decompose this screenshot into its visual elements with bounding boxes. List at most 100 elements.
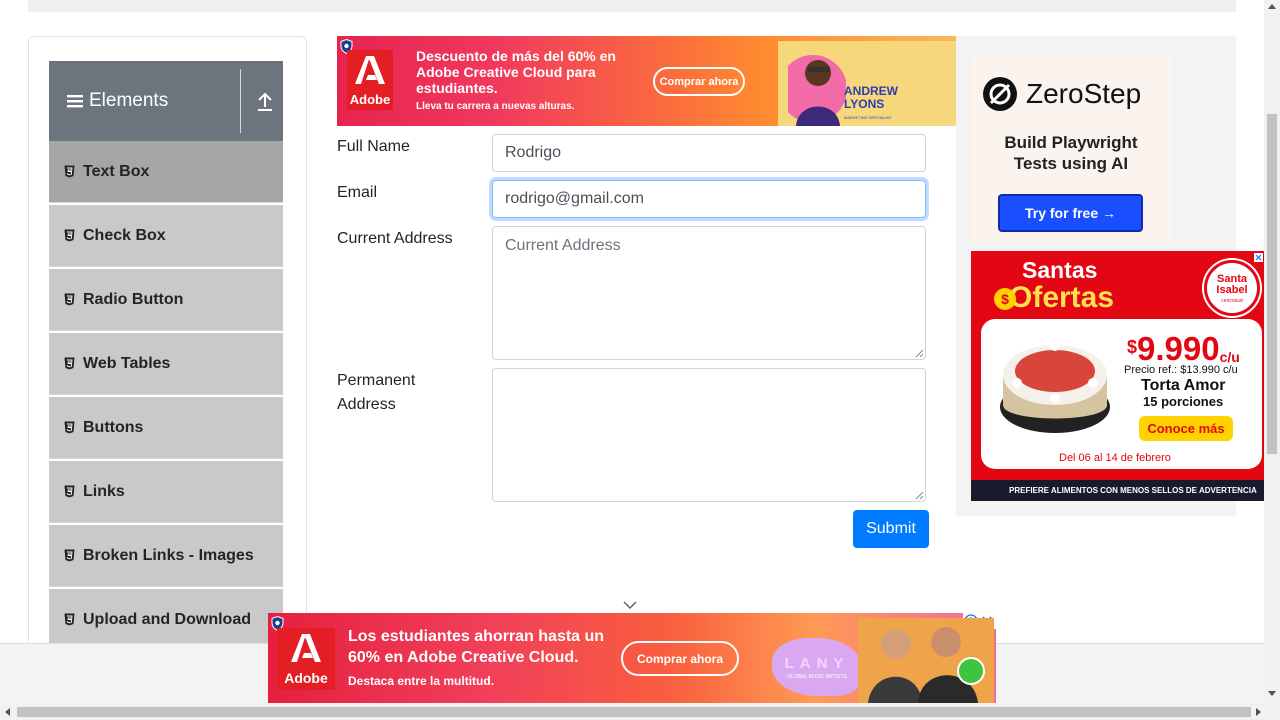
zerostep-subtitle-line: Build Playwright — [1004, 133, 1138, 152]
band-photo — [858, 618, 994, 703]
ref-price: Precio ref.: $13.990 c/u — [1124, 364, 1238, 376]
ad-headline-line: estudiantes. — [416, 80, 498, 96]
scroll-right-arrow-icon[interactable] — [1256, 708, 1262, 716]
sidebar-item-label: Check Box — [83, 226, 166, 244]
html5-icon — [64, 485, 75, 498]
zerostep-logo: ZeroStep — [982, 76, 1141, 112]
horizontal-scrollbar-thumb[interactable] — [17, 707, 1251, 717]
coin-icon: $ — [994, 288, 1016, 310]
vertical-scrollbar-thumb[interactable] — [1267, 114, 1277, 454]
ad-close-icon[interactable] — [1254, 253, 1263, 262]
resize-grip-icon[interactable] — [915, 491, 924, 500]
ad-headline-line: Los estudiantes ahorran hasta un — [348, 628, 605, 645]
product-name: Torta Amor — [1141, 377, 1226, 394]
full-name-label: Full Name — [337, 138, 410, 155]
resize-grip-icon[interactable] — [915, 349, 924, 358]
sidebar-item-text-box[interactable]: Text Box — [49, 141, 283, 203]
price: $ 9.990 c/u — [1127, 331, 1240, 367]
email-input[interactable]: rodrigo@gmail.com — [492, 180, 926, 218]
cake-image — [1000, 341, 1110, 433]
current-address-label: Current Address — [337, 230, 453, 247]
person-name-line: LYONS — [844, 97, 885, 111]
santas-title: Santas — [1022, 257, 1098, 283]
band-sub: GLOBAL MUSIC ARTISTS — [787, 674, 847, 680]
scroll-down-arrow-icon[interactable] — [1268, 691, 1276, 697]
elements-group-header[interactable]: Elements — [49, 61, 283, 141]
sidebar-item-label: Radio Button — [83, 290, 184, 308]
sidebar-item-broken-links[interactable]: Broken Links - Images — [49, 525, 283, 587]
header-divider — [240, 69, 241, 133]
ad-headline: Los estudiantes ahorran hasta un 60% en … — [348, 626, 604, 668]
current-address-textarea[interactable]: Current Address — [492, 226, 926, 360]
sidebar-item-buttons[interactable]: Buttons — [49, 397, 283, 459]
product-portions: 15 porciones — [1143, 394, 1224, 409]
ad-tagline: Destaca entre la multitud. — [348, 674, 495, 688]
adobe-a-icon — [291, 634, 321, 662]
permanent-address-textarea[interactable] — [492, 368, 926, 502]
santa-isabel-brand: Santa Isabel — [1207, 274, 1257, 296]
zerostep-subtitle-line: Tests using AI — [1013, 154, 1129, 173]
sidebar-item-label: Broken Links - Images — [83, 546, 254, 564]
sidebar-item-check-box[interactable]: Check Box — [49, 205, 283, 267]
adobe-logo: Adobe — [347, 50, 393, 110]
adobe-banner-ad-top[interactable]: Adobe Descuento de más del 60% en Adobe … — [337, 36, 957, 126]
html5-icon — [64, 613, 75, 626]
ad-headline-line: Adobe Creative Cloud para — [416, 64, 596, 80]
permanent-address-label: Permanent Address — [337, 369, 415, 417]
adobe-logo: Adobe — [277, 628, 335, 690]
conoce-mas-button[interactable]: Conoce más — [1139, 416, 1233, 441]
zerostep-brand: ZeroStep — [1026, 78, 1142, 109]
scroll-up-arrow-icon[interactable] — [1268, 3, 1276, 9]
price-value: 9.990 — [1137, 330, 1220, 367]
santa-isabel-ad[interactable]: Santas Ofertas $ Santa Isabel cencosud $… — [971, 251, 1264, 501]
sidebar-item-radio-button[interactable]: Radio Button — [49, 269, 283, 331]
submit-button[interactable]: Submit — [853, 510, 929, 548]
adobe-a-icon — [355, 56, 385, 84]
group-title-label: Elements — [89, 90, 169, 111]
price-unit: c/u — [1219, 349, 1240, 365]
permanent-address-label-line: Address — [337, 396, 396, 413]
ad-cta-button[interactable]: Comprar ahora — [621, 641, 739, 676]
sidebar-item-label: Web Tables — [83, 354, 171, 372]
scroll-left-arrow-icon[interactable] — [4, 708, 10, 716]
sidebar-item-links[interactable]: Links — [49, 461, 283, 523]
zerostep-logo-icon — [983, 77, 1017, 111]
collapse-arrow-icon[interactable] — [255, 89, 275, 113]
permanent-address-label-line: Permanent — [337, 372, 416, 389]
html5-icon — [64, 229, 75, 242]
person-name: ANDREW LYONS — [844, 85, 898, 111]
chevron-down-icon — [623, 601, 637, 610]
ad-headline-line: 60% en Adobe Creative Cloud. — [348, 649, 579, 666]
sidebar-item-label: Upload and Download — [83, 610, 251, 628]
santa-isabel-logo: Santa Isabel cencosud — [1204, 260, 1260, 316]
zerostep-subtitle: Build Playwright Tests using AI — [971, 132, 1171, 174]
ad-tagline: Lleva tu carrera a nuevas alturas. — [416, 101, 575, 112]
brand-line: Isabel — [1216, 284, 1248, 296]
person-role: MARKETING SPECIALIST — [844, 115, 893, 120]
html5-icon — [64, 293, 75, 306]
sidebar-menu: Text Box Check Box Radio Button Web Tabl… — [49, 141, 283, 653]
ad-headline: Descuento de más del 60% en Adobe Creati… — [416, 48, 616, 96]
hamburger-icon — [67, 95, 83, 108]
zerostep-ad[interactable]: ZeroStep Build Playwright Tests using AI… — [971, 56, 1171, 246]
adobe-banner-ad-bottom[interactable]: Adobe Los estudiantes ahorran hasta un 6… — [268, 613, 996, 703]
svg-text:$: $ — [1001, 291, 1009, 307]
warning-footer: PREFIERE ALIMENTOS CON MENOS SELLOS DE A… — [971, 480, 1264, 501]
adobe-wordmark: Adobe — [284, 670, 328, 686]
ad-cta-button[interactable]: Comprar ahora — [653, 67, 745, 96]
html5-icon — [64, 549, 75, 562]
adobe-wordmark: Adobe — [349, 92, 391, 107]
sidebar-item-label: Links — [83, 482, 125, 500]
html5-icon — [64, 165, 75, 178]
ofertas-title: Ofertas — [1009, 281, 1115, 314]
band-name: LANY — [784, 655, 850, 672]
try-for-free-button[interactable]: Try for free → — [998, 194, 1143, 232]
sidebar-item-label: Buttons — [83, 418, 144, 436]
group-title: Elements — [67, 90, 168, 112]
sidebar-item-upload-download[interactable]: Upload and Download — [49, 589, 283, 651]
ad-person-panel: ANDREW LYONS MARKETING SPECIALIST — [778, 41, 957, 126]
email-label: Email — [337, 184, 378, 201]
sidebar-item-web-tables[interactable]: Web Tables — [49, 333, 283, 395]
full-name-input[interactable]: Rodrigo — [492, 134, 926, 172]
person-photo — [788, 55, 846, 126]
